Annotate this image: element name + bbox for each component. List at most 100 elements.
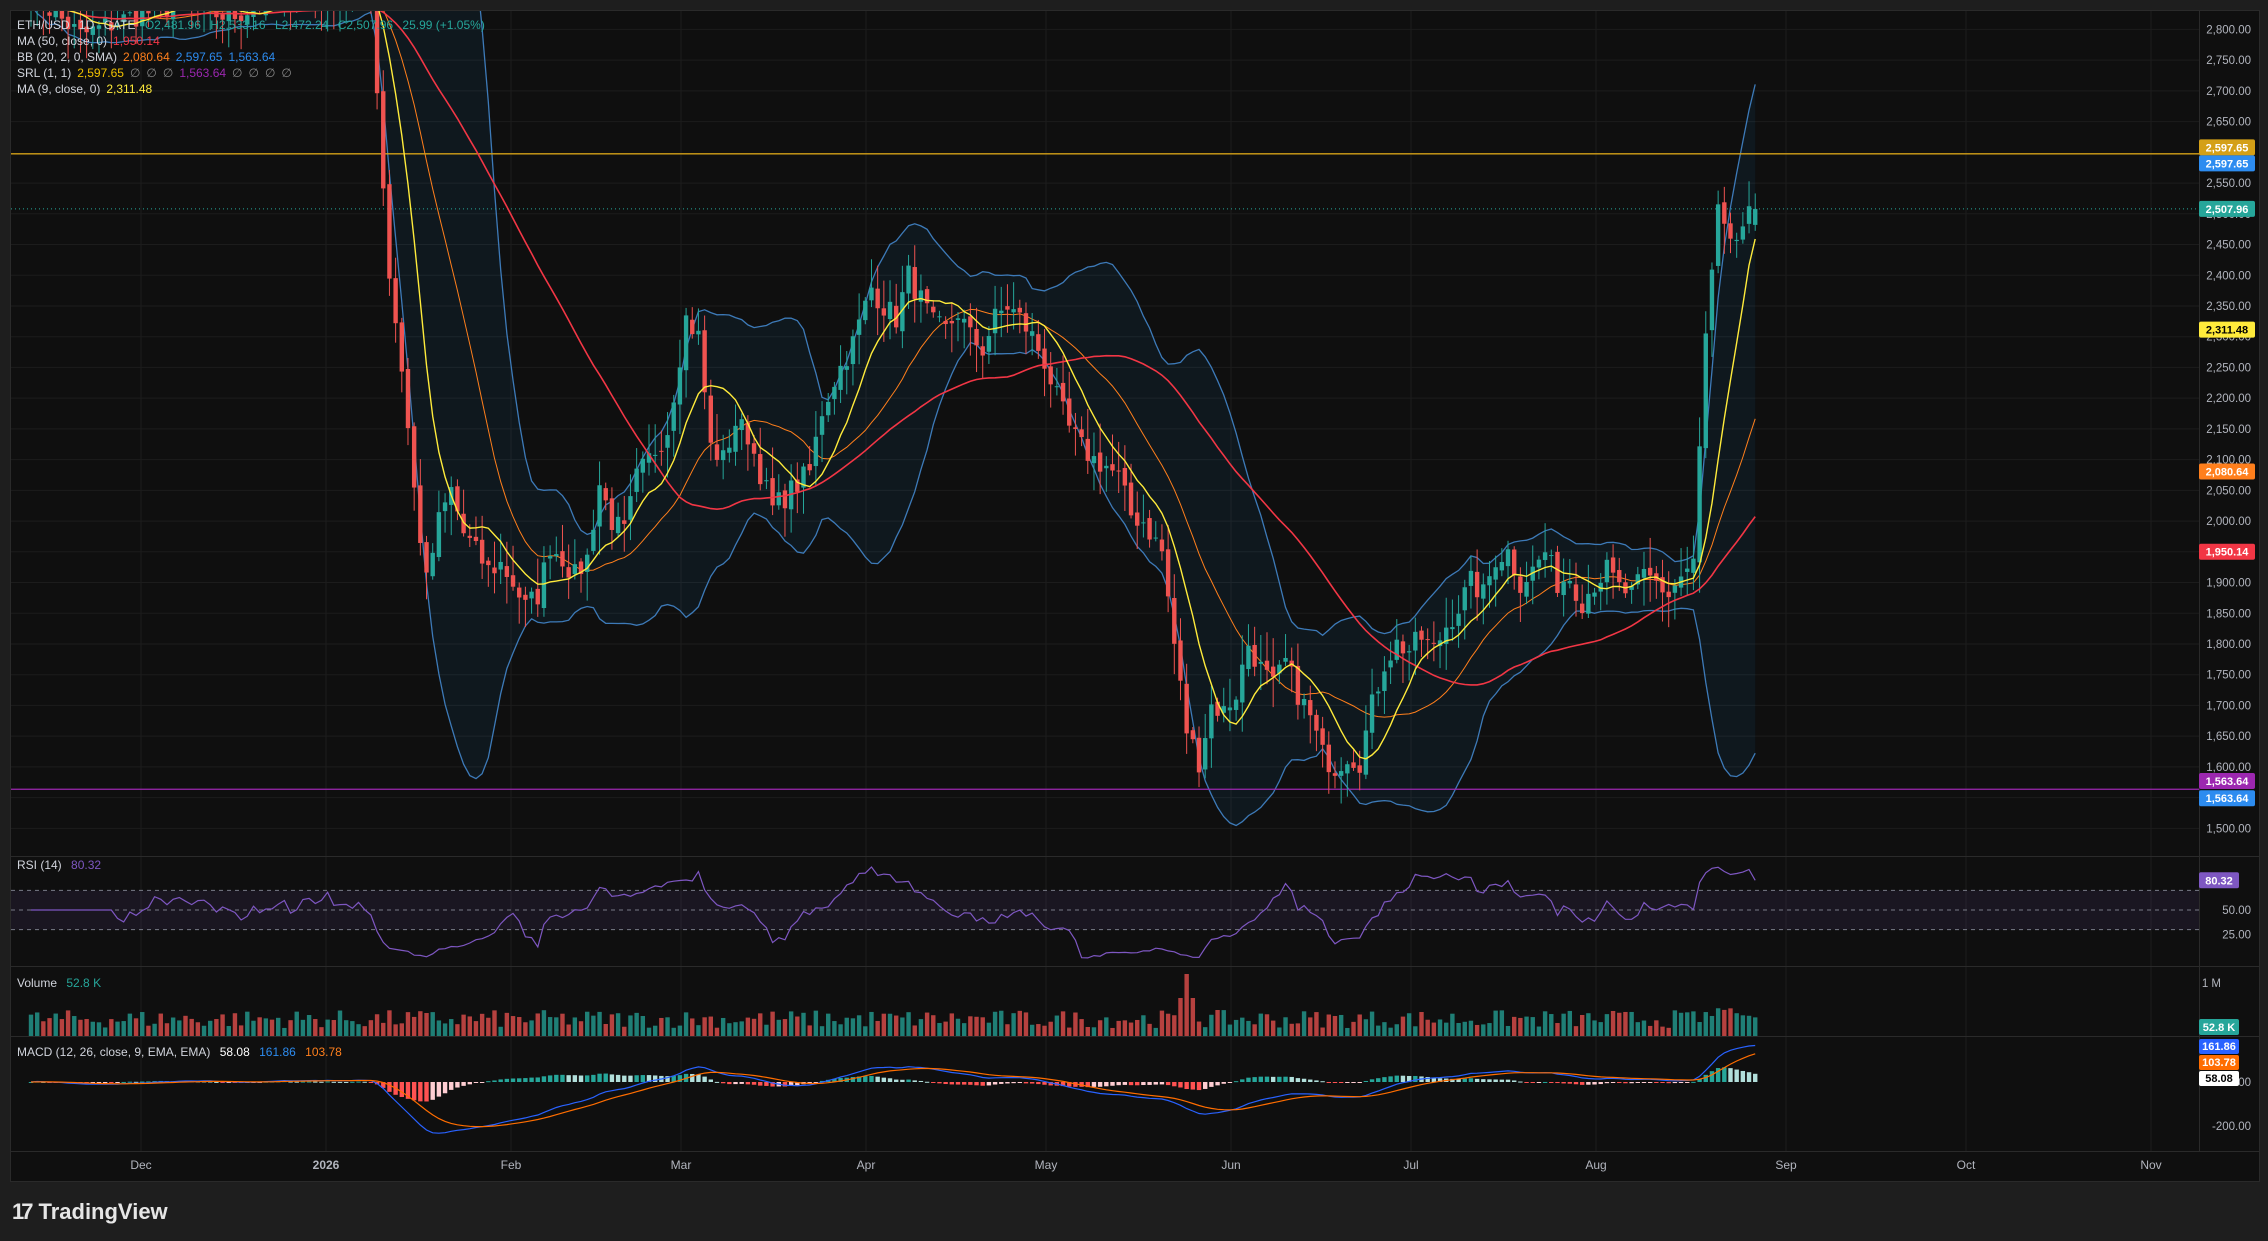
macd-histogram-bar: [1029, 1082, 1035, 1084]
price-tick-label: 2,050.00: [2206, 485, 2251, 497]
candle-body: [702, 330, 707, 393]
candle-body: [1270, 666, 1276, 677]
volume-bar: [245, 1011, 250, 1036]
macd-histogram-bar: [1246, 1077, 1251, 1082]
candle-body: [1474, 571, 1480, 598]
macd-histogram-bar: [1369, 1079, 1375, 1082]
volume-bar: [1715, 1008, 1721, 1036]
tradingview-logo[interactable]: 17 TradingView: [12, 1198, 168, 1226]
interval-label[interactable]: 1D: [79, 18, 94, 32]
candle-body: [974, 328, 979, 346]
candle-body: [1746, 206, 1752, 224]
macd-hist-value: 58.08: [219, 1045, 250, 1059]
macd-histogram-bar: [652, 1075, 658, 1082]
macd-histogram-bar: [1196, 1082, 1202, 1091]
volume-bar: [671, 1027, 676, 1036]
candle-body: [677, 367, 683, 405]
candle-body: [1567, 580, 1573, 584]
candle-body: [1258, 661, 1264, 664]
candle-body: [1060, 382, 1066, 402]
volume-bar: [1326, 1014, 1331, 1036]
indicator-value: ∅: [129, 66, 141, 80]
volume-bar: [801, 1012, 806, 1036]
volume-bar: [1376, 1025, 1381, 1036]
macd-histogram-bar: [597, 1073, 602, 1082]
volume-bar: [615, 1013, 621, 1036]
indicator-value: ∅: [146, 66, 157, 80]
volume-bar: [1011, 1013, 1016, 1036]
macd-histogram-bar: [751, 1082, 757, 1085]
rsi-label[interactable]: RSI (14): [17, 858, 62, 872]
volume-bar: [1647, 1025, 1653, 1036]
macd-histogram-bar: [1128, 1082, 1134, 1086]
macd-histogram-bar: [1647, 1082, 1653, 1083]
candle-body: [393, 278, 398, 324]
ohlc-change: 25.99 (+1.05%): [402, 18, 485, 32]
candle-body: [986, 335, 992, 352]
candle-body: [547, 556, 553, 559]
candle-body: [609, 498, 615, 530]
volume-bar: [1258, 1013, 1264, 1036]
volume-bar: [1147, 1023, 1152, 1036]
macd-histogram-bar: [1505, 1079, 1511, 1082]
macd-histogram-bar: [1165, 1082, 1171, 1086]
candle-body: [1135, 512, 1140, 526]
volume-bar: [733, 1022, 738, 1036]
candle-body: [1314, 714, 1319, 731]
volume-bar: [1283, 1017, 1288, 1036]
candle-body: [1252, 645, 1257, 667]
volume-bar: [795, 1016, 800, 1036]
indicator-value: 2,597.65: [175, 50, 223, 64]
volume-bar: [177, 1020, 182, 1036]
macd-tick-label: -200.00: [2212, 1121, 2251, 1133]
indicator-row[interactable]: MA (50, close, 0) 1,950.14: [17, 33, 298, 49]
volume-bar: [232, 1013, 238, 1036]
time-tick-label: May: [1035, 1158, 1058, 1172]
volume-bar: [1289, 1023, 1294, 1036]
candle-body: [1017, 307, 1022, 313]
macd-histogram-bar: [1351, 1082, 1356, 1083]
volume-bar: [393, 1024, 398, 1036]
indicator-row[interactable]: MA (9, close, 0) 2,311.48: [17, 81, 298, 97]
volume-bar: [1221, 1010, 1226, 1036]
indicator-label: BB (20, 2, 0, SMA): [17, 50, 118, 64]
candle-body: [1394, 639, 1399, 660]
macd-label[interactable]: MACD (12, 26, close, 9, EMA, EMA): [17, 1045, 210, 1059]
macd-histogram-bar: [1413, 1075, 1418, 1082]
macd-histogram-bar: [733, 1082, 738, 1085]
macd-histogram-bar: [999, 1082, 1004, 1084]
candle-body: [529, 591, 534, 599]
volume-bar: [1388, 1027, 1393, 1036]
volume-bar: [1592, 1020, 1597, 1036]
ohlc-high: H2,533.16: [210, 18, 266, 32]
volume-bar: [195, 1022, 201, 1036]
volume-bar: [430, 1012, 435, 1036]
indicator-row[interactable]: SRL (1, 1) 2,597.65 ∅ ∅ ∅ 1,563.64 ∅ ∅ ∅ ∅: [17, 65, 298, 81]
volume-bar: [745, 1017, 751, 1036]
volume-label[interactable]: Volume: [17, 976, 57, 990]
volume-bar: [313, 1019, 318, 1036]
volume-bar: [541, 1010, 547, 1036]
volume-bar: [900, 1017, 905, 1036]
volume-bar: [257, 1017, 262, 1036]
macd-histogram-bar: [628, 1075, 633, 1082]
volume-bar: [1153, 1027, 1158, 1036]
candle-body: [1413, 631, 1418, 651]
volume-bar: [1097, 1020, 1103, 1036]
volume-bar: [1579, 1014, 1585, 1036]
volume-bar: [1264, 1014, 1270, 1036]
symbol-label[interactable]: ETH/USD: [17, 18, 70, 32]
chart-canvas[interactable]: 2,800.00 2,750.00 2,700.00 2,650.00 2,550.00…: [11, 11, 2259, 1181]
indicator-row[interactable]: BB (20, 2, 0, SMA) 2,080.64 2,597.65 1,563.…: [17, 49, 298, 65]
candle-body: [479, 539, 485, 564]
volume-bar: [1017, 1010, 1022, 1036]
candle-body: [869, 287, 874, 301]
macd-histogram-bar: [1617, 1082, 1622, 1083]
price-tag-label: 2,080.64: [2206, 467, 2250, 479]
chart-container[interactable]: 2,800.00 2,750.00 2,700.00 2,650.00 2,550.00…: [10, 10, 2260, 1182]
volume-bar: [1165, 1013, 1171, 1036]
volume-bar: [1351, 1021, 1356, 1036]
candle-body: [1425, 639, 1430, 641]
volume-bar: [1753, 1017, 1758, 1036]
volume-bar: [288, 1020, 293, 1036]
